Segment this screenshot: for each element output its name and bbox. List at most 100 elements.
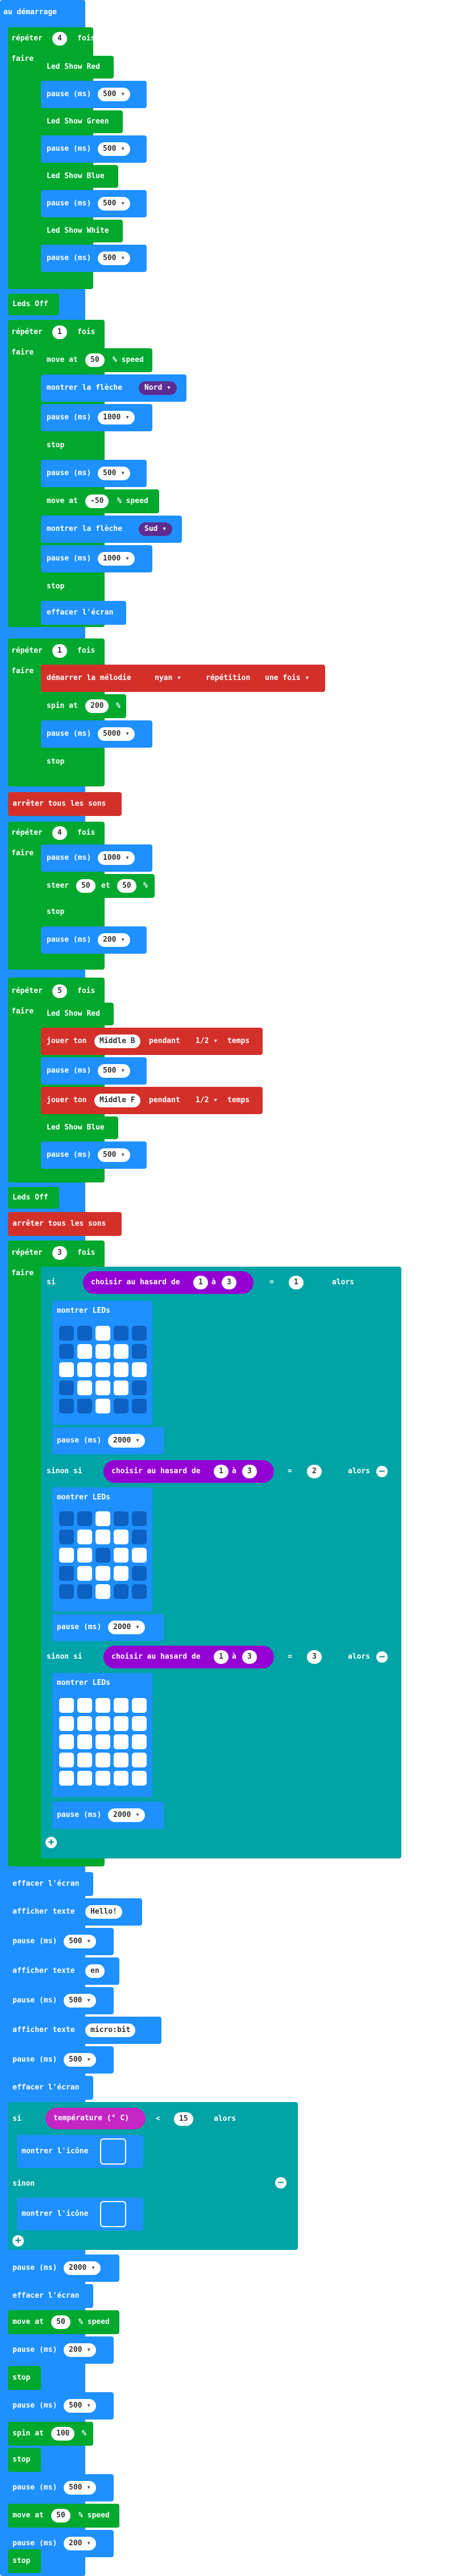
led-cell[interactable] [95, 1734, 110, 1749]
led-cell[interactable] [114, 1734, 128, 1749]
pause-value[interactable]: 200 [64, 2343, 97, 2357]
led-cell[interactable] [95, 1326, 110, 1341]
smiley-icon[interactable] [100, 2138, 126, 2165]
led-cell[interactable] [59, 1344, 74, 1359]
led-cell[interactable] [114, 1344, 128, 1359]
led-cell[interactable] [132, 1566, 147, 1581]
pause-value[interactable]: 2000 [108, 1434, 145, 1448]
led-cell[interactable] [77, 1734, 92, 1749]
pause-value[interactable]: 500 [64, 2481, 97, 2495]
led-cell[interactable] [132, 1344, 147, 1359]
led-cell[interactable] [114, 1771, 128, 1786]
led-cell[interactable] [59, 1548, 74, 1563]
led-cell[interactable] [95, 1698, 110, 1713]
led-cell[interactable] [95, 1511, 110, 1526]
led-cell[interactable] [59, 1380, 74, 1395]
led-cell[interactable] [77, 1530, 92, 1544]
led-cell[interactable] [132, 1380, 147, 1395]
led-cell[interactable] [59, 1716, 74, 1731]
led-cell[interactable] [132, 1771, 147, 1786]
led-cell[interactable] [95, 1380, 110, 1395]
pause-value[interactable]: 1000 [98, 552, 135, 566]
led-cell[interactable] [95, 1344, 110, 1359]
led-cell[interactable] [77, 1771, 92, 1786]
remove-branch-icon[interactable]: − [275, 2177, 286, 2188]
led-cell[interactable] [132, 1716, 147, 1731]
led-cell[interactable] [59, 1362, 74, 1377]
spin-value[interactable]: 200 [85, 699, 109, 713]
pause-value[interactable]: 500 [98, 252, 131, 265]
led-cell[interactable] [132, 1399, 147, 1413]
pause-value[interactable]: 1000 [98, 411, 135, 424]
move-speed-value[interactable]: 50 [85, 353, 105, 367]
repeat-count-4[interactable]: 4 [52, 826, 67, 840]
led-cell[interactable] [59, 1734, 74, 1749]
temperature-compare-value[interactable]: 15 [174, 2112, 193, 2126]
compare-value[interactable]: 3 [307, 1650, 322, 1664]
led-cell[interactable] [95, 1566, 110, 1581]
repeat-count-2[interactable]: 1 [52, 325, 67, 339]
led-cell[interactable] [95, 1399, 110, 1413]
pause-value[interactable]: 500 [98, 1064, 131, 1078]
led-cell[interactable] [59, 1566, 74, 1581]
led-cell[interactable] [114, 1380, 128, 1395]
pause-value[interactable]: 500 [64, 2053, 97, 2067]
steer-right-value[interactable]: 50 [117, 879, 136, 893]
led-cell[interactable] [114, 1326, 128, 1341]
pause-value[interactable]: 500 [64, 1994, 97, 2008]
led-cell[interactable] [77, 1362, 92, 1377]
remove-branch-icon[interactable]: − [376, 1466, 388, 1477]
tone-note-value[interactable]: Middle B [94, 1034, 140, 1048]
sad-icon[interactable] [100, 2201, 126, 2227]
show-text-value[interactable]: Hello! [85, 1905, 122, 1919]
random-from-value[interactable]: 1 [193, 1276, 208, 1289]
move-speed-value[interactable]: 50 [51, 2315, 70, 2329]
led-cell[interactable] [77, 1698, 92, 1713]
led-cell[interactable] [77, 1753, 92, 1767]
move-speed-value[interactable]: -50 [85, 494, 109, 508]
led-cell[interactable] [59, 1530, 74, 1544]
led-cell[interactable] [59, 1399, 74, 1413]
led-cell[interactable] [114, 1511, 128, 1526]
led-cell[interactable] [77, 1548, 92, 1563]
repetition-dropdown[interactable]: une fois [259, 671, 315, 685]
repeat-count-1[interactable]: 4 [52, 32, 67, 46]
led-cell[interactable] [77, 1716, 92, 1731]
led-cell[interactable] [95, 1548, 110, 1563]
led-cell[interactable] [114, 1548, 128, 1563]
arrow-direction-dropdown[interactable]: Nord [139, 381, 177, 395]
led-cell[interactable] [114, 1698, 128, 1713]
led-cell[interactable] [77, 1344, 92, 1359]
led-grid-2[interactable] [59, 1511, 147, 1599]
repeat-count-5[interactable]: 5 [52, 984, 67, 998]
led-cell[interactable] [114, 1584, 128, 1599]
led-cell[interactable] [59, 1698, 74, 1713]
led-cell[interactable] [114, 1362, 128, 1377]
led-cell[interactable] [77, 1584, 92, 1599]
add-branch-icon[interactable]: + [13, 2235, 24, 2247]
pause-value[interactable]: 500 [98, 467, 131, 480]
led-cell[interactable] [132, 1511, 147, 1526]
add-branch-icon[interactable]: + [45, 1837, 57, 1848]
pause-value[interactable]: 200 [64, 2537, 97, 2550]
led-cell[interactable] [132, 1548, 147, 1563]
led-grid-1[interactable] [59, 1326, 147, 1413]
arrow-direction-dropdown[interactable]: Sud [139, 522, 173, 536]
compare-value[interactable]: 1 [289, 1276, 304, 1289]
melody-dropdown[interactable]: nyan [149, 671, 187, 685]
pause-value[interactable]: 500 [64, 2399, 97, 2413]
pause-value[interactable]: 2000 [64, 2261, 101, 2275]
pause-value[interactable]: 5000 [98, 727, 135, 741]
led-cell[interactable] [59, 1584, 74, 1599]
led-cell[interactable] [59, 1771, 74, 1786]
led-cell[interactable] [114, 1566, 128, 1581]
random-to-value[interactable]: 3 [242, 1465, 257, 1478]
random-from-value[interactable]: 1 [214, 1465, 229, 1478]
led-grid-3[interactable] [59, 1698, 147, 1786]
led-cell[interactable] [132, 1584, 147, 1599]
led-cell[interactable] [95, 1716, 110, 1731]
led-cell[interactable] [114, 1753, 128, 1767]
led-cell[interactable] [95, 1584, 110, 1599]
compare-value[interactable]: 2 [307, 1465, 322, 1478]
led-cell[interactable] [132, 1530, 147, 1544]
